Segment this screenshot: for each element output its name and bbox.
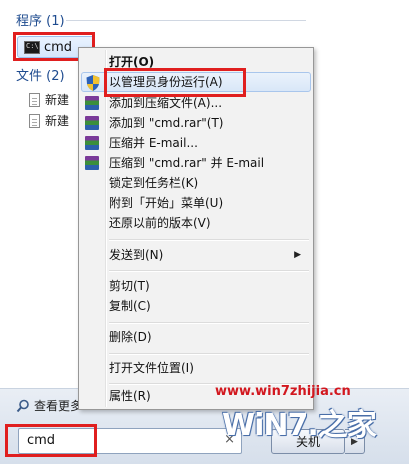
programs-header-rule [66, 20, 306, 21]
menu-item-label: 删除(D) [109, 330, 152, 344]
document-icon [29, 113, 40, 128]
file-item[interactable]: 新建 [29, 91, 69, 108]
context-menu: 打开(O) 以管理员身份运行(A) 添加到压缩文件(A)... 添加到 "cmd… [78, 47, 314, 410]
file-item-label: 新建 [45, 93, 70, 107]
see-more-results-link[interactable]: 查看更多 [16, 397, 82, 414]
menu-item-pin-to-start[interactable]: 附到「开始」菜单(U) [81, 193, 311, 213]
winrar-icon [85, 136, 99, 150]
menu-item-add-to-cmd-rar[interactable]: 添加到 "cmd.rar"(T) [81, 113, 311, 133]
file-item[interactable]: 新建 [29, 112, 69, 129]
uac-shield-icon [86, 75, 100, 91]
menu-item-label: 添加到压缩文件(A)... [109, 96, 223, 110]
menu-item-send-to[interactable]: 发送到(N) ▶ [81, 245, 311, 265]
watermark-url: www.win7zhijia.cn [215, 384, 351, 399]
menu-item-copy[interactable]: 复制(C) [81, 296, 311, 316]
menu-item-label: 发送到(N) [109, 248, 164, 262]
menu-item-open[interactable]: 打开(O) [81, 52, 311, 72]
menu-item-label: 添加到 "cmd.rar"(T) [109, 116, 224, 130]
files-section-header: 文件 (2) [16, 69, 65, 84]
winrar-icon [85, 96, 99, 110]
menu-item-open-file-location[interactable]: 打开文件位置(I) [81, 358, 311, 378]
menu-item-label: 打开文件位置(I) [109, 361, 194, 375]
menu-item-label: 打开(O) [109, 55, 155, 69]
program-item-label: cmd [44, 39, 73, 55]
menu-item-label: 属性(R) [109, 389, 151, 403]
menu-item-pin-to-taskbar[interactable]: 锁定到任务栏(K) [81, 173, 311, 193]
menu-separator [109, 322, 309, 323]
search-icon [16, 399, 29, 412]
cmd-icon [24, 40, 40, 54]
submenu-arrow-icon: ▶ [294, 250, 301, 260]
menu-separator [109, 353, 309, 354]
menu-separator [109, 239, 309, 240]
menu-item-cut[interactable]: 剪切(T) [81, 276, 311, 296]
menu-item-restore-previous-versions[interactable]: 还原以前的版本(V) [81, 213, 311, 233]
menu-item-label: 以管理员身份运行(A) [109, 75, 223, 89]
menu-item-label: 剪切(T) [109, 279, 150, 293]
menu-item-label: 压缩并 E-mail... [109, 136, 198, 150]
winrar-icon [85, 156, 99, 170]
see-more-label: 查看更多 [34, 399, 83, 413]
watermark-logo: WiN7.之家 [222, 408, 377, 443]
menu-item-label: 复制(C) [109, 299, 151, 313]
menu-item-run-as-admin[interactable]: 以管理员身份运行(A) [81, 72, 311, 92]
menu-separator [109, 270, 309, 271]
menu-item-add-to-archive[interactable]: 添加到压缩文件(A)... [81, 93, 311, 113]
menu-item-delete[interactable]: 删除(D) [81, 327, 311, 347]
document-icon [29, 92, 40, 107]
menu-item-label: 附到「开始」菜单(U) [109, 196, 224, 210]
menu-item-label: 压缩到 "cmd.rar" 并 E-mail [109, 156, 265, 170]
search-input-value: cmd [27, 433, 56, 448]
programs-section-header: 程序 (1) [16, 14, 65, 29]
menu-item-compress-to-cmd-rar-email[interactable]: 压缩到 "cmd.rar" 并 E-mail [81, 153, 311, 173]
search-input[interactable]: cmd × [18, 428, 242, 454]
menu-item-label: 锁定到任务栏(K) [109, 176, 199, 190]
menu-item-compress-email[interactable]: 压缩并 E-mail... [81, 133, 311, 153]
file-item-label: 新建 [45, 114, 70, 128]
winrar-icon [85, 116, 99, 130]
menu-item-label: 还原以前的版本(V) [109, 216, 211, 230]
